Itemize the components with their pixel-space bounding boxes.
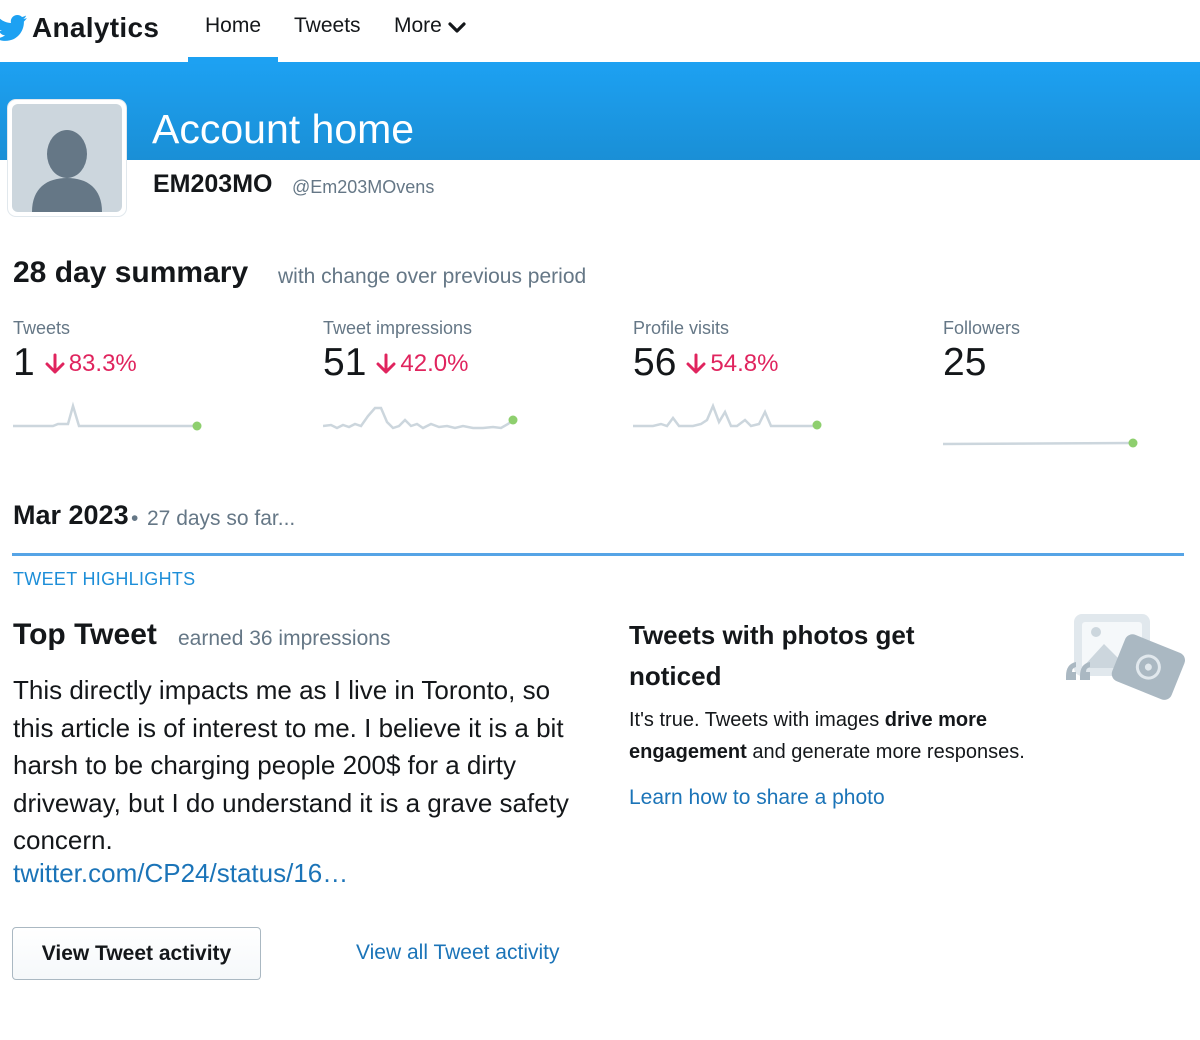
arrow-down-icon bbox=[45, 353, 65, 374]
metric-value: 1 bbox=[13, 341, 35, 384]
user-handle: @Em203MOvens bbox=[292, 177, 435, 197]
summary-subtitle: with change over previous period bbox=[278, 265, 587, 288]
metric-label: Profile visits bbox=[633, 318, 730, 338]
twitter-bird-icon bbox=[0, 15, 27, 41]
metric-change-value: 54.8% bbox=[710, 350, 779, 377]
metric-value: 51 bbox=[323, 341, 367, 384]
metric-tweet-impressions: Tweet impressions 51 42.0% bbox=[323, 318, 613, 468]
period-title: Mar 2023 bbox=[13, 500, 129, 530]
arrow-down-icon bbox=[376, 353, 396, 374]
metric-value: 56 bbox=[633, 341, 677, 384]
section-label: TWEET HIGHLIGHTS bbox=[13, 569, 196, 589]
display-name: EM203MO bbox=[153, 170, 273, 198]
top-tweet-title: Top Tweet bbox=[13, 618, 157, 651]
top-navigation: Analytics Home Tweets More bbox=[0, 0, 1200, 62]
photo-tip-title: Tweets with photos get noticed bbox=[629, 620, 915, 691]
metric-label: Followers bbox=[943, 318, 1021, 338]
metric-followers: Followers 25 bbox=[943, 318, 1200, 468]
header-banner: Account home bbox=[0, 62, 1200, 160]
metric-change: 83.3% bbox=[45, 350, 137, 378]
photo-tip-body: It's true. Tweets with images drive more… bbox=[629, 705, 1089, 768]
metric-value: 25 bbox=[943, 341, 987, 384]
top-tweet-link[interactable]: twitter.com/CP24/status/16… bbox=[13, 858, 348, 889]
nav-more[interactable]: More bbox=[394, 14, 466, 38]
sparkline-profile-visits bbox=[633, 402, 822, 430]
chevron-down-icon bbox=[448, 22, 466, 33]
photo-illustration-icon bbox=[1066, 614, 1185, 700]
period-separator: • bbox=[131, 507, 139, 530]
top-tweet-text: This directly impacts me as I live in To… bbox=[13, 675, 569, 855]
sparkline-tweets bbox=[13, 401, 202, 431]
brand[interactable]: Analytics bbox=[0, 8, 159, 48]
view-all-tweet-activity-link[interactable]: View all Tweet activity bbox=[356, 941, 559, 965]
photo-tip-body-end: and generate more responses. bbox=[746, 740, 1025, 763]
nav-more-label: More bbox=[394, 14, 442, 37]
photo-tip-body-start: It's true. Tweets with images bbox=[629, 709, 885, 731]
metric-label: Tweet impressions bbox=[323, 318, 473, 338]
nav-home[interactable]: Home bbox=[205, 14, 261, 38]
nav-tweets[interactable]: Tweets bbox=[294, 14, 361, 38]
top-tweet-subtitle: earned 36 impressions bbox=[178, 627, 391, 650]
user-silhouette-icon bbox=[32, 130, 102, 212]
metric-change: 54.8% bbox=[686, 350, 778, 378]
metric-change-value: 83.3% bbox=[68, 350, 137, 377]
metric-profile-visits: Profile visits 56 54.8% bbox=[633, 318, 923, 468]
metric-change: 42.0% bbox=[376, 350, 468, 378]
period-subtitle: 27 days so far... bbox=[147, 507, 296, 530]
metric-tweets: Tweets 1 83.3% bbox=[13, 318, 303, 468]
brand-label: Analytics bbox=[32, 12, 160, 43]
metric-label: Tweets bbox=[13, 318, 71, 338]
summary-title: 28 day summary bbox=[13, 256, 249, 289]
sparkline-tweet-impressions bbox=[323, 406, 518, 430]
page-title: Account home bbox=[152, 106, 415, 152]
arrow-down-icon bbox=[686, 353, 706, 374]
section-divider bbox=[12, 553, 1184, 556]
view-tweet-activity-button[interactable]: View Tweet activity bbox=[12, 927, 261, 980]
learn-share-photo-link[interactable]: Learn how to share a photo bbox=[629, 786, 885, 810]
sparkline-followers bbox=[943, 438, 1138, 448]
default-avatar-image bbox=[12, 104, 122, 212]
avatar[interactable] bbox=[8, 100, 126, 216]
metric-change-value: 42.0% bbox=[400, 350, 469, 377]
